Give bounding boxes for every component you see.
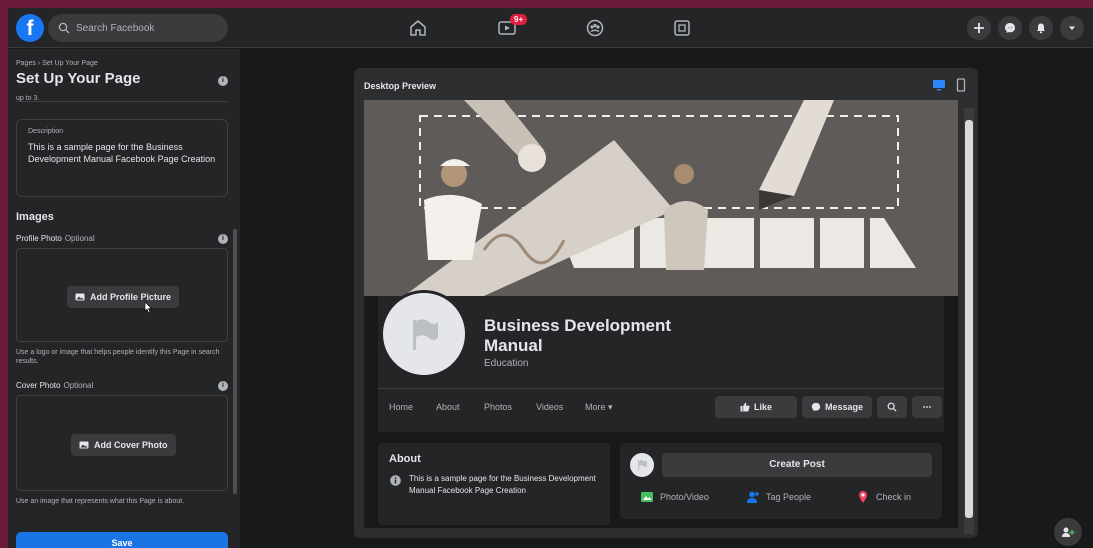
optional-tag: Optional xyxy=(63,381,94,390)
scrollbar[interactable] xyxy=(233,229,237,494)
gaming-icon[interactable] xyxy=(672,18,692,38)
cover-photo xyxy=(364,100,958,296)
compose-icon xyxy=(1062,527,1075,537)
images-heading: Images xyxy=(16,211,54,223)
about-card: About This is a sample page for the Busi… xyxy=(378,443,610,525)
description-field[interactable]: Description This is a sample page for th… xyxy=(16,119,228,197)
divider xyxy=(16,101,228,102)
like-button[interactable]: Like xyxy=(715,396,797,418)
profile-photo-dropzone[interactable]: Add Profile Picture xyxy=(16,248,228,342)
category-hint: up to 3. xyxy=(16,95,40,102)
cover-photo-hint: Use an image that represents what this P… xyxy=(16,498,185,505)
search-input[interactable] xyxy=(76,22,216,34)
tab-videos[interactable]: Videos xyxy=(536,402,563,412)
info-icon xyxy=(390,475,401,486)
create-post-button[interactable]: Create Post xyxy=(662,453,932,477)
messenger-icon xyxy=(811,402,821,412)
desktop-preview-card: Desktop Preview Business Development Man… xyxy=(354,68,978,538)
notifications-button[interactable] xyxy=(1029,16,1053,40)
description-value[interactable]: This is a sample page for the Business D… xyxy=(28,141,218,165)
add-cover-photo-label: Add Cover Photo xyxy=(94,440,168,450)
setup-panel: Pages › Set Up Your Page Set Up Your Pag… xyxy=(8,49,240,548)
message-label: Message xyxy=(824,402,864,412)
description-label: Description xyxy=(28,128,64,135)
tab-more[interactable]: More ▾ xyxy=(585,402,613,413)
mobile-icon[interactable] xyxy=(954,78,968,92)
cover-illustration xyxy=(364,100,958,296)
messenger-button[interactable] xyxy=(998,16,1022,40)
check-in-button[interactable]: Check in xyxy=(856,490,911,504)
photo-video-button[interactable]: Photo/Video xyxy=(640,490,709,504)
photo-video-label: Photo/Video xyxy=(660,492,709,502)
facebook-logo[interactable]: f xyxy=(16,14,44,42)
save-button[interactable]: Save xyxy=(16,532,228,548)
about-heading: About xyxy=(389,453,421,465)
tag-people-label: Tag People xyxy=(766,492,812,502)
profile-photo-label-text: Profile Photo xyxy=(16,234,62,243)
image-icon xyxy=(79,441,89,449)
profile-photo-label: Profile Photo Optional xyxy=(16,234,95,243)
app-window: f 9+ Pages › Set Up Your Page Set Up You… xyxy=(8,8,1093,548)
photo-icon xyxy=(641,492,653,502)
search-page-button[interactable] xyxy=(877,396,907,418)
account-menu-button[interactable] xyxy=(1060,16,1084,40)
info-icon[interactable]: i xyxy=(218,76,228,86)
like-label: Like xyxy=(753,402,772,412)
cover-photo-dropzone[interactable]: Add Cover Photo xyxy=(16,395,228,491)
add-profile-picture-label: Add Profile Picture xyxy=(90,292,172,302)
profile-picture[interactable] xyxy=(380,290,468,378)
more-options-button[interactable] xyxy=(912,396,942,418)
info-icon[interactable]: i xyxy=(218,234,228,244)
message-button[interactable]: Message xyxy=(802,396,872,418)
caret-down-icon xyxy=(1069,26,1075,30)
info-icon[interactable]: i xyxy=(218,381,228,391)
create-post-card: Create Post Photo/Video Tag People Check… xyxy=(620,443,942,519)
messenger-icon xyxy=(1005,23,1015,33)
tab-about[interactable]: About xyxy=(436,402,460,412)
flag-icon xyxy=(413,319,438,350)
divider xyxy=(378,388,944,389)
flag-icon xyxy=(638,459,647,471)
search-bar[interactable] xyxy=(48,14,228,42)
notifications-badge: 9+ xyxy=(510,14,528,25)
location-pin-icon xyxy=(859,491,867,503)
tag-people-icon xyxy=(747,491,759,503)
preview-scrollbar[interactable] xyxy=(964,108,974,534)
cover-photo-label-text: Cover Photo xyxy=(16,381,61,390)
scrollbar-thumb[interactable] xyxy=(965,120,973,518)
top-nav: f 9+ xyxy=(8,8,1093,48)
about-text: This is a sample page for the Business D… xyxy=(409,474,596,495)
tag-people-button[interactable]: Tag People xyxy=(746,490,811,504)
page-header: Business Development Manual Education Ho… xyxy=(378,290,944,432)
page-avatar xyxy=(630,453,654,477)
plus-icon xyxy=(974,23,984,33)
page-title: Set Up Your Page xyxy=(16,70,141,87)
page-category: Education xyxy=(484,358,529,369)
tab-home[interactable]: Home xyxy=(389,402,413,412)
tab-photos[interactable]: Photos xyxy=(484,402,512,412)
ellipsis-icon xyxy=(923,406,931,408)
preview-title: Desktop Preview xyxy=(364,81,437,91)
thumbs-up-icon xyxy=(740,402,750,412)
add-profile-picture-button[interactable]: Add Profile Picture xyxy=(67,286,180,308)
new-message-button[interactable] xyxy=(1054,518,1082,546)
cursor-icon xyxy=(144,301,153,314)
desktop-icon[interactable] xyxy=(932,78,946,92)
bell-icon xyxy=(1037,23,1045,34)
image-icon xyxy=(75,293,85,301)
search-icon xyxy=(887,402,897,412)
add-cover-photo-button[interactable]: Add Cover Photo xyxy=(71,434,176,456)
optional-tag: Optional xyxy=(64,234,95,243)
create-button[interactable] xyxy=(967,16,991,40)
check-in-label: Check in xyxy=(876,492,912,502)
cover-photo-label: Cover Photo Optional xyxy=(16,381,93,390)
home-icon[interactable] xyxy=(408,18,428,38)
groups-icon[interactable] xyxy=(585,18,605,38)
profile-photo-hint: Use a logo or image that helps people id… xyxy=(16,349,220,365)
breadcrumb[interactable]: Pages › Set Up Your Page xyxy=(16,60,98,67)
page-name: Business Development Manual xyxy=(484,316,672,355)
page-preview: Business Development Manual Education Ho… xyxy=(364,100,958,528)
search-icon xyxy=(58,22,70,34)
